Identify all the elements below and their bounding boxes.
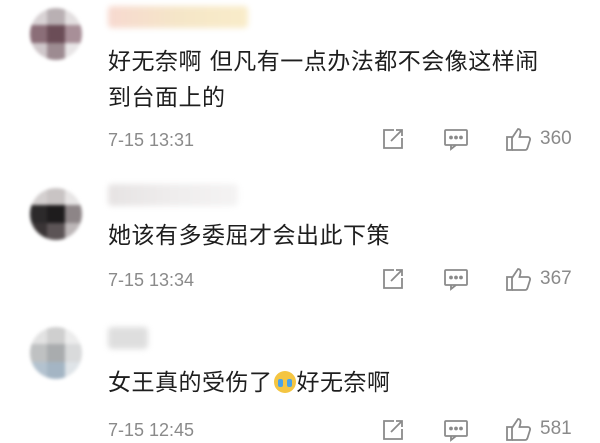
comment-time: 7-15 12:45 [108, 420, 195, 440]
crying-face-emoji [273, 371, 296, 393]
share-icon[interactable] [381, 418, 405, 442]
comment-time: 7-15 13:31 [108, 130, 195, 150]
comment-icon[interactable] [443, 267, 469, 291]
share-icon[interactable] [381, 267, 405, 291]
avatar[interactable] [30, 188, 82, 240]
username-redacted[interactable] [108, 6, 248, 28]
avatar[interactable] [30, 8, 82, 60]
comment-time: 7-15 13:34 [108, 270, 195, 290]
like-count: 367 [540, 268, 572, 289]
like-count: 360 [540, 128, 572, 149]
thumbs-up-icon [506, 268, 532, 291]
thumbs-up-icon [506, 128, 532, 151]
comment-text: 女王真的受伤了 好无奈啊 [108, 370, 391, 396]
comment-item: 女王真的受伤了 好无奈啊 7-15 12:45 581 [0, 315, 600, 442]
comment-item: 好无奈啊 但凡有一点办法都不会像这样闹 到台面上的 7-15 13:31 360 [0, 0, 600, 170]
username-redacted[interactable] [108, 184, 238, 206]
comment-item: 她该有多委屈才会出此下策 7-15 13:34 367 [0, 170, 600, 315]
thumbs-up-icon [506, 418, 532, 441]
like-button[interactable]: 360 [504, 125, 572, 153]
like-button[interactable]: 367 [504, 265, 572, 293]
comment-icon[interactable] [443, 127, 469, 151]
comment-text: 她该有多委屈才会出此下策 [108, 223, 390, 249]
share-icon[interactable] [381, 127, 405, 151]
comment-text: 好无奈啊 但凡有一点办法都不会像这样闹 到台面上的 [108, 49, 539, 111]
comment-icon[interactable] [443, 418, 469, 442]
like-button[interactable]: 581 [504, 415, 572, 443]
username-redacted[interactable] [108, 327, 148, 349]
avatar[interactable] [30, 327, 82, 379]
